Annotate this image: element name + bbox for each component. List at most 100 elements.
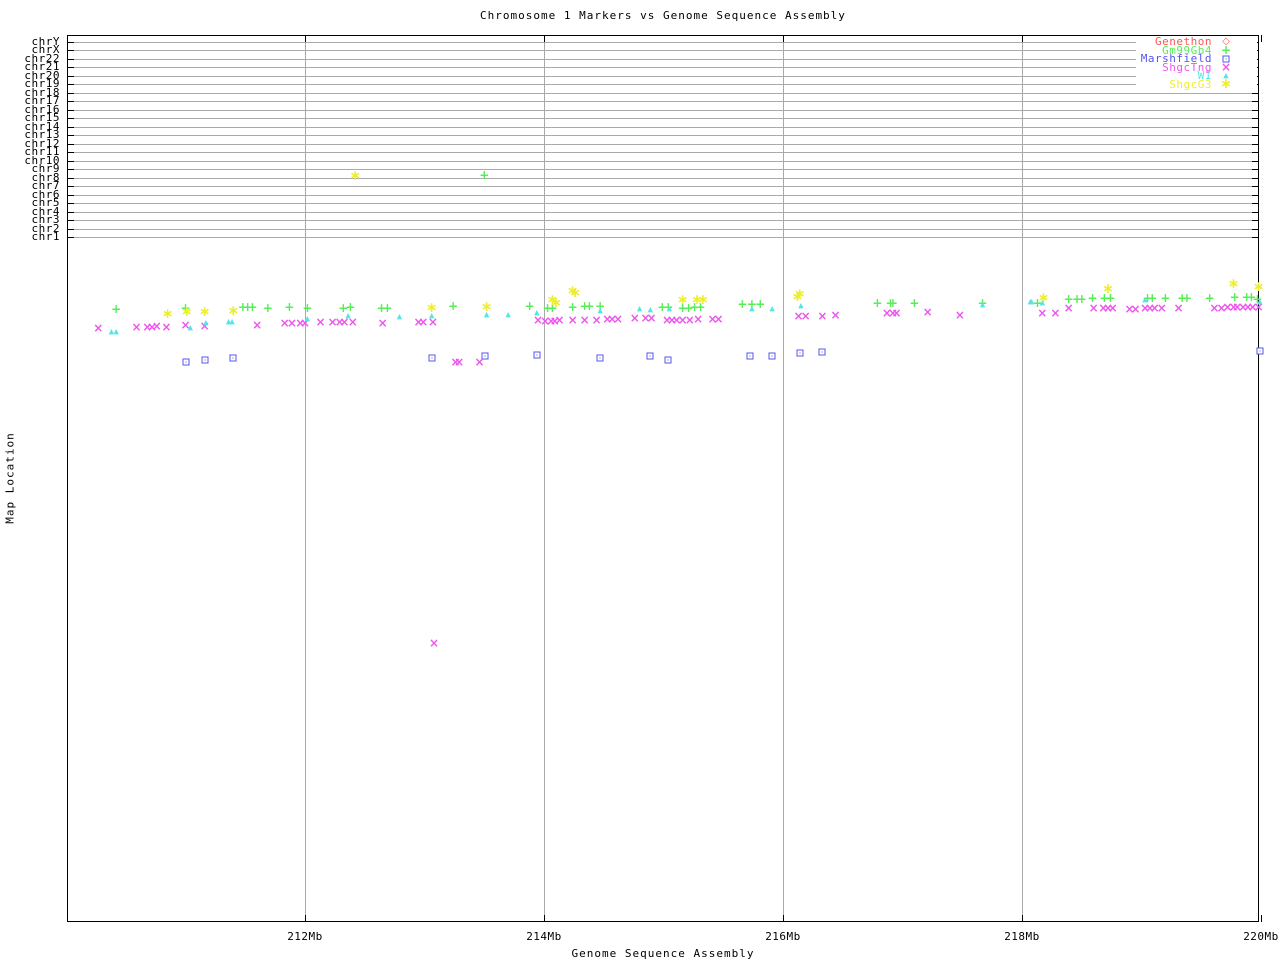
y-axis-tick-right: [1252, 212, 1259, 213]
y-axis-tick-right: [1252, 237, 1259, 238]
y-axis-tick-right: [1252, 135, 1259, 136]
x-tick-label: 214Mb: [526, 930, 562, 943]
data-point-marker: ∗: [1102, 281, 1114, 297]
data-point-marker: ×: [579, 313, 590, 327]
data-point-marker: ×: [693, 312, 704, 326]
y-axis-tick: [67, 212, 74, 213]
data-point-marker: ▲: [113, 327, 119, 336]
data-point-marker: ×: [954, 308, 965, 322]
data-point-marker: ×: [131, 320, 142, 334]
data-point-marker: ×: [429, 636, 440, 650]
data-point-marker: ∗: [550, 295, 562, 311]
data-point-marker: ×: [252, 318, 263, 332]
data-point-marker: [768, 352, 776, 360]
data-point-marker: ▲: [597, 306, 603, 315]
y-axis-tick: [67, 178, 74, 179]
data-point-marker: ▲: [345, 311, 351, 320]
data-point-marker: ∗: [180, 304, 193, 320]
x-tick-label: 212Mb: [287, 930, 323, 943]
x-axis-tick-top: [1261, 35, 1262, 42]
data-point-marker: ∗: [480, 299, 493, 315]
data-point-marker: ×: [817, 309, 828, 323]
y-axis-tick: [67, 135, 74, 136]
data-point-marker: ∗: [793, 286, 806, 302]
data-point-marker: [646, 352, 654, 360]
data-point-marker: +: [448, 299, 459, 313]
y-axis-tick-right: [1252, 118, 1259, 119]
y-axis-tick-right: [1252, 144, 1259, 145]
data-point-marker: ×: [1088, 301, 1099, 315]
x-axis-tick: [1022, 915, 1023, 922]
data-point-marker: ▲: [1257, 297, 1263, 306]
data-point-marker: ▲: [1028, 297, 1035, 306]
data-point-marker: ▲: [666, 304, 673, 313]
data-point-marker: ▲: [769, 304, 775, 313]
data-point-marker: ×: [454, 355, 465, 369]
data-point-marker: ×: [93, 321, 104, 335]
x-tick-label: 218Mb: [1004, 930, 1040, 943]
data-point-marker: [533, 351, 541, 359]
y-axis-tick-right: [1252, 152, 1259, 153]
y-axis-tick: [67, 50, 74, 51]
data-point-marker: ×: [830, 308, 841, 322]
x-tick-label: 216Mb: [765, 930, 801, 943]
x-axis-tick: [1261, 915, 1262, 922]
y-axis-tick: [67, 229, 74, 230]
data-point-marker: +: [479, 168, 490, 182]
data-point-marker: ▲: [534, 308, 540, 317]
data-point-marker: [746, 352, 754, 360]
data-point-marker: ∗: [425, 300, 438, 316]
data-point-marker: [1256, 347, 1264, 355]
x-axis-tick: [783, 915, 784, 922]
data-point-marker: ∗: [161, 306, 174, 322]
y-axis-tick: [67, 76, 74, 77]
x-axis-tick: [305, 915, 306, 922]
y-axis-tick: [67, 237, 74, 238]
data-point-marker: ×: [377, 316, 388, 330]
data-point-marker: ×: [554, 313, 565, 327]
data-point-marker: ▲: [636, 304, 643, 313]
data-point-marker: +: [1076, 292, 1087, 306]
data-point-marker: +: [284, 300, 295, 314]
data-point-marker: +: [872, 296, 883, 310]
x-axis-tick-top: [783, 35, 784, 42]
data-point-marker: ×: [613, 312, 624, 326]
x-axis-tick-top: [544, 35, 545, 42]
data-point-marker: ×: [161, 320, 172, 334]
data-point-marker: +: [755, 297, 766, 311]
y-axis-tick: [67, 195, 74, 196]
y-axis-tick-right: [1252, 203, 1259, 204]
data-point-marker: ▲: [229, 317, 235, 326]
data-point-marker: ▲: [396, 312, 403, 321]
legend-label: ShgcG3: [1169, 77, 1212, 91]
y-axis-tick-right: [1252, 195, 1259, 196]
data-point-marker: ×: [1156, 301, 1167, 315]
y-axis-tick-right: [1252, 101, 1259, 102]
data-point-marker: +: [262, 301, 273, 315]
data-point-marker: ×: [591, 313, 602, 327]
data-point-marker: ×: [1107, 301, 1118, 315]
data-point-marker: ▲: [304, 314, 311, 323]
data-point-marker: ▲: [1142, 295, 1148, 304]
y-axis-tick: [67, 161, 74, 162]
chart-title: Chromosome 1 Markers vs Genome Sequence …: [480, 9, 846, 22]
data-point-marker: [201, 356, 209, 364]
y-axis-tick: [67, 127, 74, 128]
data-point-marker: ∗: [349, 168, 362, 184]
y-axis-tick: [67, 203, 74, 204]
data-point-marker: ×: [646, 311, 657, 325]
data-point-marker: [182, 358, 189, 366]
data-point-marker: ×: [800, 309, 811, 323]
data-point-marker: ▲: [505, 310, 511, 319]
y-axis-tick: [67, 169, 74, 170]
data-point-marker: ∗: [1037, 290, 1050, 306]
y-axis-tick-right: [1252, 186, 1259, 187]
y-axis-label: Map Location: [3, 432, 17, 524]
y-axis-tick: [67, 42, 74, 43]
y-axis-tick: [67, 67, 74, 68]
data-point-marker: ×: [1173, 301, 1184, 315]
data-point-marker: ▲: [647, 305, 654, 314]
data-point-marker: ×: [1130, 302, 1141, 316]
data-point-marker: [818, 348, 826, 356]
data-point-marker: ▲: [187, 323, 193, 332]
